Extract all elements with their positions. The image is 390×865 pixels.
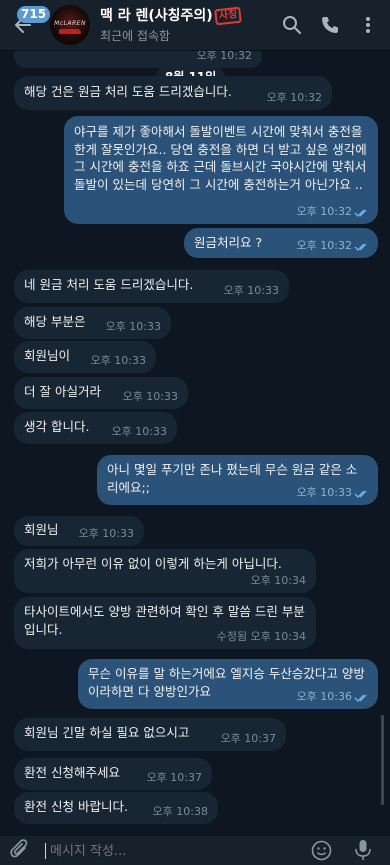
message-time: 오후 10:32 — [266, 90, 322, 104]
message-incoming[interactable]: 네 원금 처리 도움 드리겠습니다. 오후 10:33 — [14, 270, 289, 303]
read-checkmarks-icon — [354, 209, 367, 218]
message-incoming[interactable]: 회원님이 오후 10:33 — [14, 341, 156, 373]
message-outgoing[interactable]: 무슨 이유를 말 하는거에요 엘지승 두산승갔다고 양방이라하면 다 양방인가요… — [78, 659, 378, 709]
text-cursor — [45, 843, 46, 859]
message-text: 더 잘 아실거라 — [24, 384, 101, 399]
emoji-icon[interactable] — [311, 840, 332, 861]
message-incoming[interactable]: 환전 신청해주세요 오후 10:37 — [14, 758, 212, 790]
message-incoming[interactable]: 회원님 오후 10:33 — [14, 516, 144, 546]
microphone-icon[interactable] — [354, 839, 372, 862]
message-text: 회원님 긴말 하실 필요 없으시고 — [24, 725, 190, 740]
phone-icon[interactable] — [320, 15, 340, 35]
message-text: 야구를 제가 좋아해서 돌발이벤트 시간에 맞춰서 충전을 한게 잘못인가요..… — [74, 124, 367, 192]
unread-count-badge: 715 — [17, 6, 51, 23]
message-time: 오후 10:33 — [296, 485, 352, 499]
message-incoming[interactable]: 생각 합니다. 오후 10:33 — [14, 412, 177, 444]
message-text: 회원님이 — [24, 348, 71, 363]
message-text: 회원님 — [24, 522, 59, 537]
message-time: 오후 10:33 — [78, 526, 134, 540]
chat-title-text: 맥 라 렌(사칭주의) — [100, 8, 213, 24]
message-text: 환전 신청해주세요 — [24, 765, 120, 780]
message-outgoing[interactable]: 원금처리요 ? 오후 10:32 — [184, 228, 378, 258]
message-time: 오후 10:37 — [146, 770, 202, 784]
search-icon[interactable] — [282, 15, 302, 35]
message-time: 오후 10:33 — [223, 283, 279, 297]
message-time: 수정됨 오후 10:34 — [216, 629, 306, 643]
message-time: 오후 10:33 — [90, 353, 146, 367]
message-incoming[interactable]: 저희가 아무런 이유 없이 이렇게 하는게 아닙니다. 오후 10:34 — [14, 549, 316, 593]
message-time: 오후 10:33 — [122, 389, 178, 403]
message-time: 오후 10:33 — [111, 424, 167, 438]
message-input[interactable] — [48, 839, 292, 863]
message-time: 오후 10:37 — [220, 731, 276, 745]
message-text: 생각 합니다. — [24, 419, 90, 434]
message-incoming[interactable]: 해당 건은 원금 처리 도움 드리겠습니다. 오후 10:32 — [14, 76, 332, 110]
message-time: 오후 10:38 — [152, 804, 208, 818]
attach-icon[interactable] — [10, 839, 30, 861]
message-text: 네 원금 처리 도움 드리겠습니다. — [24, 277, 194, 292]
impersonation-stamp: 사칭 — [213, 6, 242, 26]
message-text: 해당 부분은 — [24, 314, 86, 329]
avatar-logo-text: McLAREN — [54, 20, 86, 27]
read-checkmarks-icon — [354, 243, 367, 252]
message-text: 저희가 아무런 이유 없이 이렇게 하는게 아닙니다. — [24, 556, 282, 571]
message-time: 오후 10:36 — [296, 689, 352, 703]
message-outgoing[interactable]: 아니 몇일 푸기만 존나 폈는데 무슨 원금 같은 소리에요;; 오후 10:3… — [97, 455, 378, 505]
message-time: 오후 10:33 — [105, 319, 161, 333]
last-seen-status: 최근에 접속함 — [100, 29, 171, 43]
message-time: 오후 10:34 — [250, 573, 306, 587]
message-incoming[interactable]: 더 잘 아실거라 오후 10:33 — [14, 377, 188, 409]
avatar[interactable]: McLAREN — [50, 5, 90, 45]
message-text: 해당 건은 원금 처리 도움 드리겠습니다. — [24, 84, 232, 99]
message-incoming[interactable]: 타사이트에서도 양방 관련하여 확인 후 말씀 드린 부분 입니다. 수정됨 오… — [14, 597, 316, 649]
message-text: 원금처리요 ? — [194, 235, 263, 250]
message-incoming[interactable]: 해당 부분은 오후 10:33 — [14, 307, 171, 339]
read-checkmarks-icon — [354, 490, 367, 499]
read-checkmarks-icon — [354, 694, 367, 703]
message-time: 오후 10:32 — [296, 238, 352, 252]
chat-title[interactable]: 맥 라 렌(사칭주의) 사칭 — [100, 5, 242, 26]
message-text: 환전 신청 바랍니다. — [24, 799, 128, 814]
message-outgoing[interactable]: 야구를 제가 좋아해서 돌발이벤트 시간에 맞춰서 충전을 한게 잘못인가요..… — [64, 116, 378, 224]
car-image — [59, 29, 81, 34]
chat-header: 715 McLAREN 맥 라 렌(사칭주의) 사칭 최근에 접속함 — [0, 0, 390, 51]
message-incoming[interactable]: 회원님 긴말 하실 필요 없으시고 오후 10:37 — [14, 718, 286, 751]
scrollbar[interactable] — [381, 715, 384, 805]
message-composer — [0, 836, 390, 865]
message-incoming[interactable]: 환전 신청 바랍니다. 오후 10:38 — [14, 792, 218, 824]
more-options-icon[interactable] — [358, 15, 378, 35]
message-time: 오후 10:32 — [296, 204, 352, 218]
